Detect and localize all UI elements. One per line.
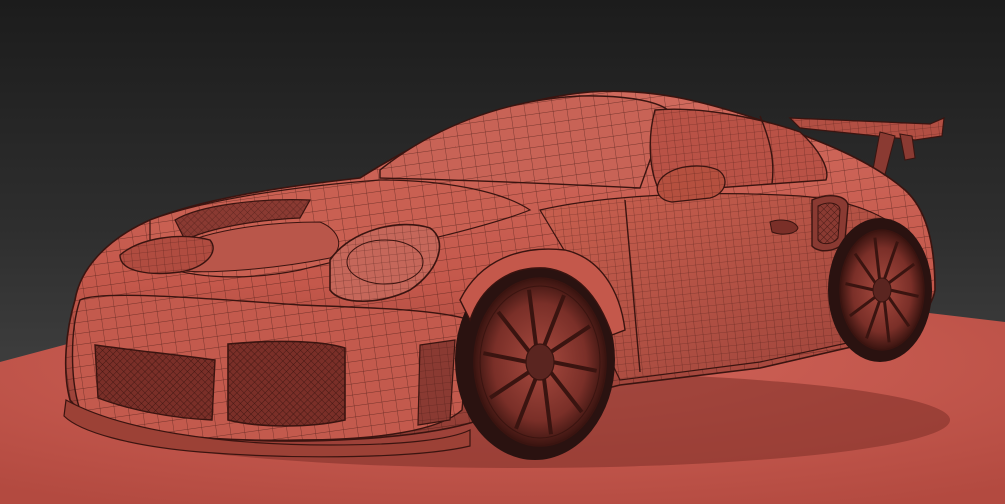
windshield [379, 95, 669, 189]
front-intake-right [417, 339, 456, 426]
rear-wheel [828, 218, 932, 362]
car-render-canvas [0, 90, 1005, 504]
front-intake-center [227, 340, 346, 427]
render-viewport [0, 0, 1005, 504]
